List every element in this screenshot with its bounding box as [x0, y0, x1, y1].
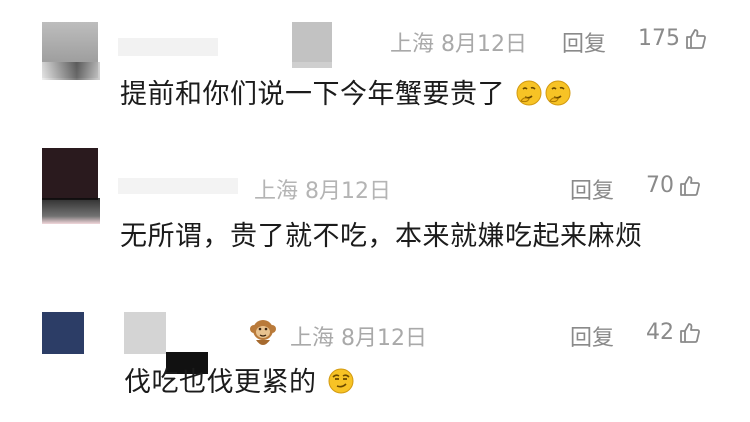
like-button[interactable]: 175 [638, 26, 708, 51]
comment-item: 上海 8月12日 回复 175 提前和你们说一下今年蟹要贵了 [0, 0, 750, 140]
comment-text-content: 伐吃也伐更紧的 [124, 367, 317, 398]
reply-button[interactable]: 回复 [570, 320, 614, 352]
like-count: 70 [646, 173, 674, 198]
comment-text: 无所谓，贵了就不吃，本来就嫌吃起来麻烦 [120, 214, 643, 253]
thumbs-up-icon [680, 175, 700, 196]
location-date: 上海 8月12日 [290, 326, 427, 351]
comment-text: 提前和你们说一下今年蟹要贵了 [120, 72, 572, 111]
reply-button[interactable]: 回复 [562, 26, 606, 58]
comment-text-content: 提前和你们说一下今年蟹要贵了 [120, 79, 505, 110]
reply-button[interactable]: 回复 [570, 173, 614, 205]
blurred-username-strip [292, 62, 332, 68]
blurred-username-block [292, 22, 332, 62]
avatar[interactable] [42, 148, 98, 200]
avatar[interactable] [42, 312, 84, 354]
comment-text-content: 无所谓，贵了就不吃，本来就嫌吃起来麻烦 [120, 221, 643, 252]
location-date: 上海 8月12日 [254, 179, 391, 204]
thumbs-up-icon [686, 28, 706, 49]
like-button[interactable]: 42 [646, 320, 702, 345]
blurred-avatar-edge [42, 62, 100, 80]
comment-item: 上海 8月12日 回复 70 无所谓，贵了就不吃，本来就嫌吃起来麻烦 [0, 140, 750, 290]
thinking-face-emoji [545, 80, 571, 106]
comment-item: 上海 8月12日 回复 42 伐吃也伐更紧的 [0, 290, 750, 422]
blurred-username [118, 178, 238, 194]
like-count: 42 [646, 320, 674, 345]
monkey-icon [250, 320, 276, 345]
thumbs-up-icon [680, 322, 700, 343]
comment-text: 伐吃也伐更紧的 [124, 360, 355, 399]
blurred-username [118, 38, 218, 56]
blurred-avatar-edge [42, 198, 100, 224]
location-date: 上海 8月12日 [390, 32, 527, 57]
like-count: 175 [638, 26, 680, 51]
like-button[interactable]: 70 [646, 173, 702, 198]
blurred-username-block [124, 312, 166, 354]
smirk-face-emoji [328, 368, 354, 394]
thinking-face-emoji [516, 80, 542, 106]
